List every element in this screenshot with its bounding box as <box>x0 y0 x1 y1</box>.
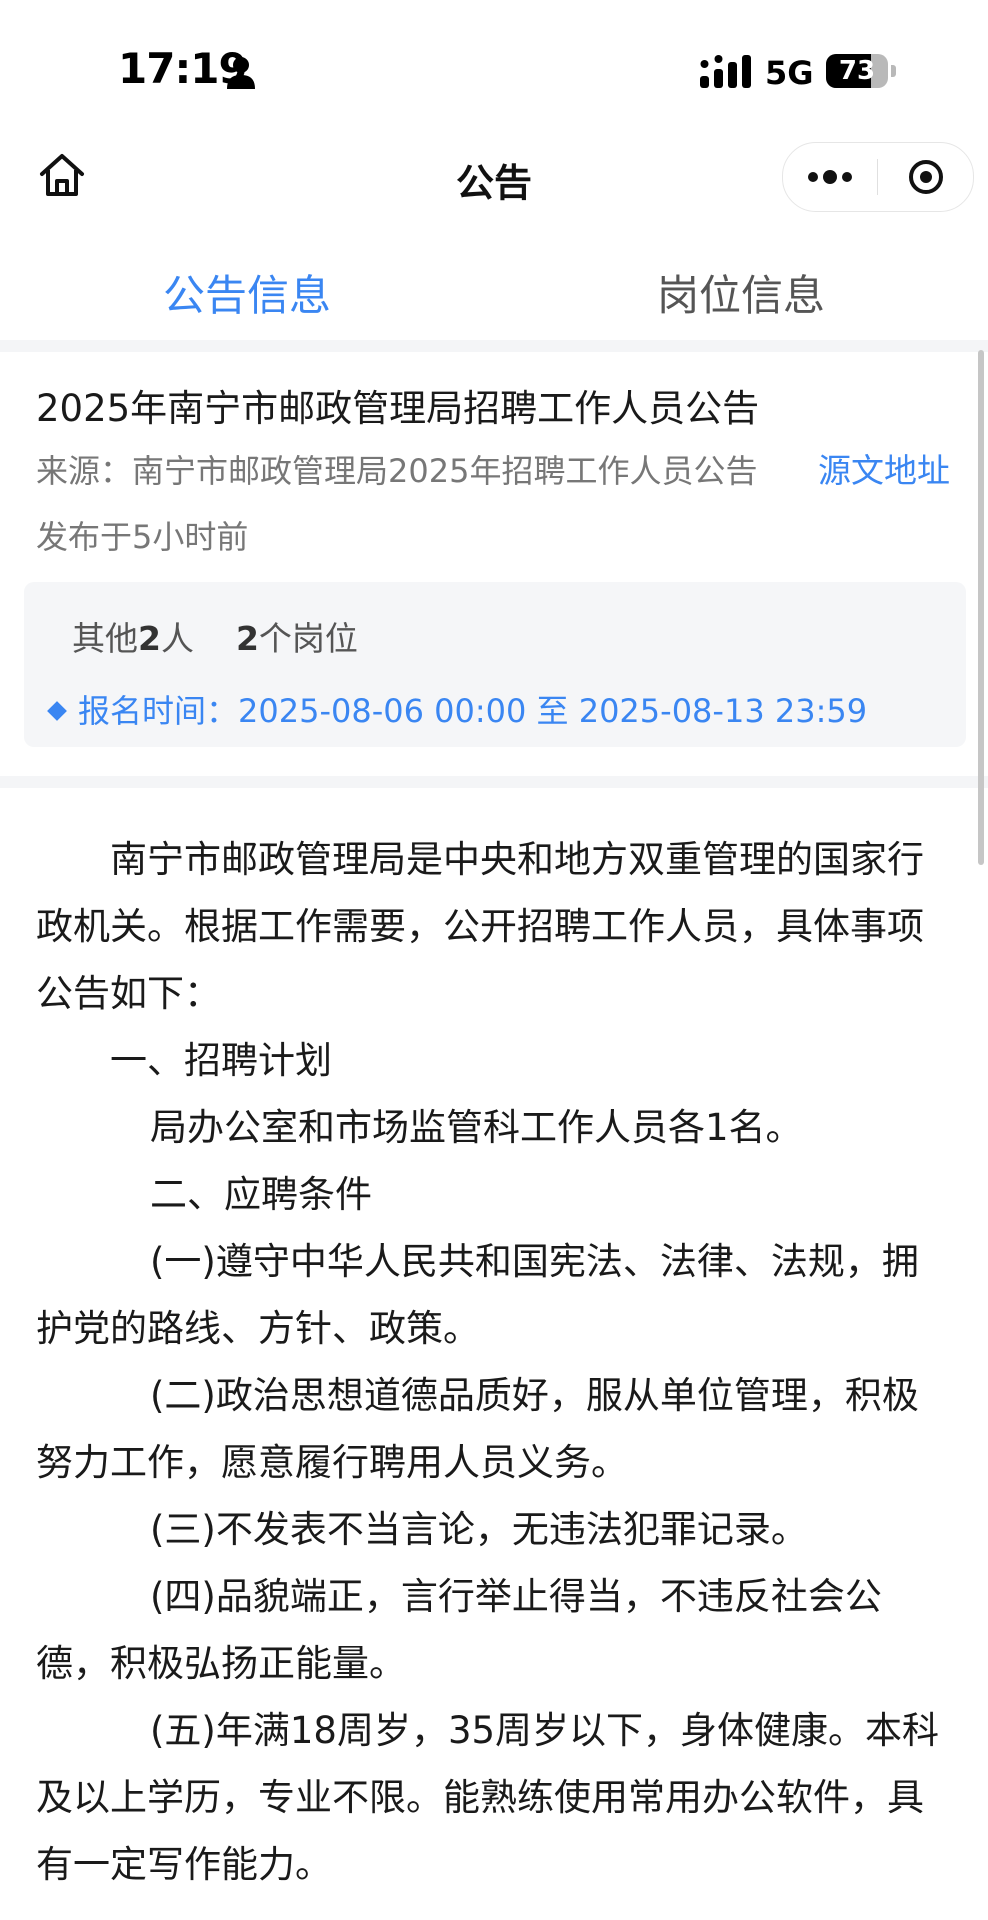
registration-row: 报名时间：2025-08-06 00:00 至 2025-08-13 23:59 <box>47 686 868 732</box>
tab-notice-info[interactable]: 公告信息 <box>0 262 494 323</box>
signal-icon <box>700 55 751 88</box>
divider <box>0 776 988 788</box>
others-prefix: 其他 <box>72 619 138 658</box>
registration-time: 报名时间：2025-08-06 00:00 至 2025-08-13 23:59 <box>78 692 868 730</box>
tab-position-info[interactable]: 岗位信息 <box>494 262 988 323</box>
publish-time: 发布于5小时前 <box>36 518 249 556</box>
network-label: 5G <box>765 54 814 92</box>
others-suffix: 人 <box>160 619 194 658</box>
article-line: 及以上学历，专业不限。能熟练使用常用办公软件，具 <box>36 1776 924 1819</box>
article-line: 有一定写作能力。 <box>36 1843 332 1886</box>
info-card: 其他2人 2个岗位 报名时间：2025-08-06 00:00 至 2025-0… <box>24 582 966 747</box>
tab-bar: 公告信息 岗位信息 <box>0 240 988 350</box>
more-icon[interactable] <box>783 143 877 211</box>
battery-icon: 73 <box>826 54 896 88</box>
close-target-icon[interactable] <box>879 143 973 211</box>
person-icon <box>227 57 255 89</box>
article-line: 政机关。根据工作需要，公开招聘工作人员，具体事项 <box>36 905 924 948</box>
notice-source: 来源：南宁市邮政管理局2025年招聘工作人员公告 <box>36 452 758 490</box>
notice-title: 2025年南宁市邮政管理局招聘工作人员公告 <box>36 387 760 430</box>
article-line: 一、招聘计划 <box>110 1039 332 1082</box>
nav-bar: 公告 <box>0 120 988 230</box>
article-line: (四)品貌端正，言行举止得当，不违反社会公 <box>150 1575 882 1618</box>
article-body: 南宁市邮政管理局是中央和地方双重管理的国家行 政机关。根据工作需要，公开招聘工作… <box>36 826 956 1898</box>
article-line: 二、应聘条件 <box>150 1173 372 1216</box>
article-line: 公告如下： <box>36 972 221 1015</box>
article-line: 南宁市邮政管理局是中央和地方双重管理的国家行 <box>110 838 924 881</box>
scrollbar[interactable] <box>978 350 984 865</box>
article-line: (三)不发表不当言论，无违法犯罪记录。 <box>150 1508 808 1551</box>
divider <box>0 340 988 352</box>
card-stats: 其他2人 2个岗位 <box>72 612 358 660</box>
positions-suffix: 个岗位 <box>258 619 358 658</box>
article-line: 护党的路线、方针、政策。 <box>36 1307 480 1350</box>
positions-count: 2 <box>235 619 259 658</box>
mini-program-capsule <box>782 142 974 212</box>
article-line: (二)政治思想道德品质好，服从单位管理，积极 <box>150 1374 919 1417</box>
article-line: (一)遵守中华人民共和国宪法、法律、法规，拥 <box>150 1240 919 1283</box>
article-line: 努力工作，愿意履行聘用人员义务。 <box>36 1441 628 1484</box>
status-bar: 17:19 5G 73 <box>0 0 988 110</box>
others-count: 2 <box>138 619 161 658</box>
article-line: 德，积极弘扬正能量。 <box>36 1642 406 1685</box>
battery-level-text: 73 <box>838 56 876 86</box>
diamond-icon <box>47 700 67 721</box>
article-line: (五)年满18周岁，35周岁以下，身体健康。本科 <box>150 1709 940 1752</box>
source-link[interactable]: 源文地址 <box>818 444 950 492</box>
article-line: 局办公室和市场监管科工作人员各1名。 <box>150 1106 803 1149</box>
